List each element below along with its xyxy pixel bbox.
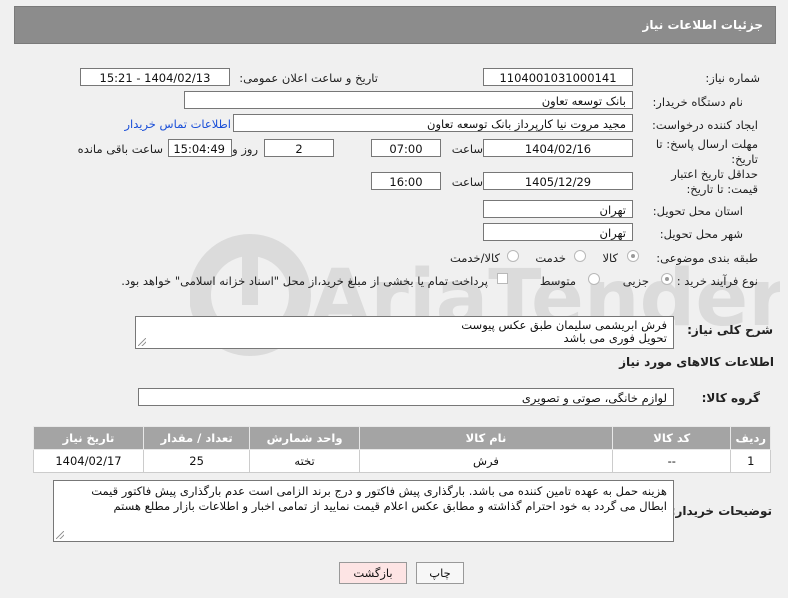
col-qty: تعداد / مقدار (142, 426, 251, 450)
category-radio-service[interactable] (574, 250, 586, 262)
treasury-payment-checkbox[interactable] (497, 273, 508, 284)
category-option-goods: کالا (602, 251, 618, 265)
category-option-service: خدمت (535, 251, 566, 265)
buyer-contact-link[interactable]: اطلاعات تماس خریدار (124, 117, 231, 131)
category-option-goods-service: کالا/خدمت (449, 251, 500, 265)
need-number-label: شماره نیاز: (705, 71, 760, 85)
col-row: ردیف (730, 426, 771, 450)
page-title: جزئیات اطلاعات نیاز (642, 18, 763, 32)
table-row: 1 -- فرش تخته 25 1404/02/17 (33, 449, 771, 473)
remaining-time: 15:04:49 (168, 139, 232, 157)
cell-row: 1 (730, 449, 771, 473)
resize-handle[interactable] (138, 338, 146, 346)
summary-line-2: تحویل فوری می باشد (563, 331, 667, 345)
back-button[interactable]: بازگشت (339, 562, 407, 584)
buyer-notes-text: هزینه حمل به عهده تامین کننده می باشد. ب… (91, 484, 667, 513)
days-label: روز و (232, 142, 258, 156)
goods-group-field: لوازم خانگی، صوتی و تصویری (138, 388, 674, 406)
category-label: طبقه بندی موضوعی: (656, 251, 758, 265)
buyer-org-field: بانک توسعه تعاون (184, 91, 633, 109)
price-validity-time: 16:00 (371, 172, 441, 190)
cell-date: 1404/02/17 (33, 449, 144, 473)
goods-section-title: اطلاعات کالاهای مورد نیاز (619, 355, 774, 369)
cell-name: فرش (358, 449, 614, 473)
delivery-city-label: شهر محل تحویل: (659, 227, 743, 241)
remaining-days: 2 (264, 139, 334, 157)
delivery-province-label: استان محل تحویل: (652, 204, 743, 218)
cell-qty: 25 (142, 449, 251, 473)
reply-deadline-label: مهلت ارسال پاسخ: تا تاریخ: (655, 137, 758, 166)
price-validity-label: حداقل تاریخ اعتبار قیمت: تا تاریخ: (671, 167, 758, 196)
category-radio-goods-service[interactable] (507, 250, 519, 262)
col-unit: واحد شمارش (249, 426, 360, 450)
reply-time-label: ساعت (451, 142, 483, 156)
goods-group-label: گروه کالا: (701, 391, 760, 405)
process-option-medium: متوسط (539, 274, 576, 288)
treasury-payment-note: پرداخت تمام یا بخشی از مبلغ خرید،از محل … (121, 274, 488, 288)
delivery-city-field: تهران (483, 223, 633, 241)
delivery-province-field: تهران (483, 200, 633, 218)
summary-textarea[interactable]: فرش ابریشمی سلیمان طبق عکس پیوست تحویل ف… (135, 316, 674, 349)
price-validity-date: 1405/12/29 (483, 172, 633, 190)
cell-unit: تخته (249, 449, 360, 473)
goods-table: ردیف کد کالا نام کالا واحد شمارش تعداد /… (33, 426, 771, 473)
summary-label: شرح کلی نیاز: (687, 323, 773, 337)
col-name: نام کالا (358, 426, 614, 450)
announce-datetime-label: تاریخ و ساعت اعلان عمومی: (239, 71, 378, 85)
print-button[interactable]: چاپ (416, 562, 464, 584)
buyer-notes-label: توضیحات خریدار: (670, 504, 772, 518)
purchase-process-label: نوع فرآیند خرید : (676, 274, 758, 288)
remaining-label: ساعت باقی مانده (77, 142, 163, 156)
header-panel: جزئیات اطلاعات نیاز (14, 6, 776, 44)
process-radio-minor[interactable] (661, 273, 673, 285)
need-number-field: 1104001031000141 (483, 68, 633, 86)
buyer-notes-textarea[interactable]: هزینه حمل به عهده تامین کننده می باشد. ب… (53, 480, 674, 542)
col-date: تاریخ نیاز (33, 426, 144, 450)
process-option-minor: جزیی (622, 274, 649, 288)
announce-datetime-field: 1404/02/13 - 15:21 (80, 68, 230, 86)
cell-code: -- (612, 449, 732, 473)
buyer-org-label: نام دستگاه خریدار: (652, 95, 743, 109)
reply-deadline-date: 1404/02/16 (483, 139, 633, 157)
price-time-label: ساعت (451, 175, 483, 189)
requester-field: مجید مروت نیا کارپرداز بانک توسعه تعاون (233, 114, 633, 132)
reply-deadline-time: 07:00 (371, 139, 441, 157)
category-radio-goods[interactable] (627, 250, 639, 262)
goods-table-header: ردیف کد کالا نام کالا واحد شمارش تعداد /… (33, 426, 771, 450)
requester-label: ایجاد کننده درخواست: (652, 118, 758, 132)
notes-resize-handle[interactable] (56, 531, 64, 539)
process-radio-medium[interactable] (588, 273, 600, 285)
col-code: کد کالا (612, 426, 732, 450)
